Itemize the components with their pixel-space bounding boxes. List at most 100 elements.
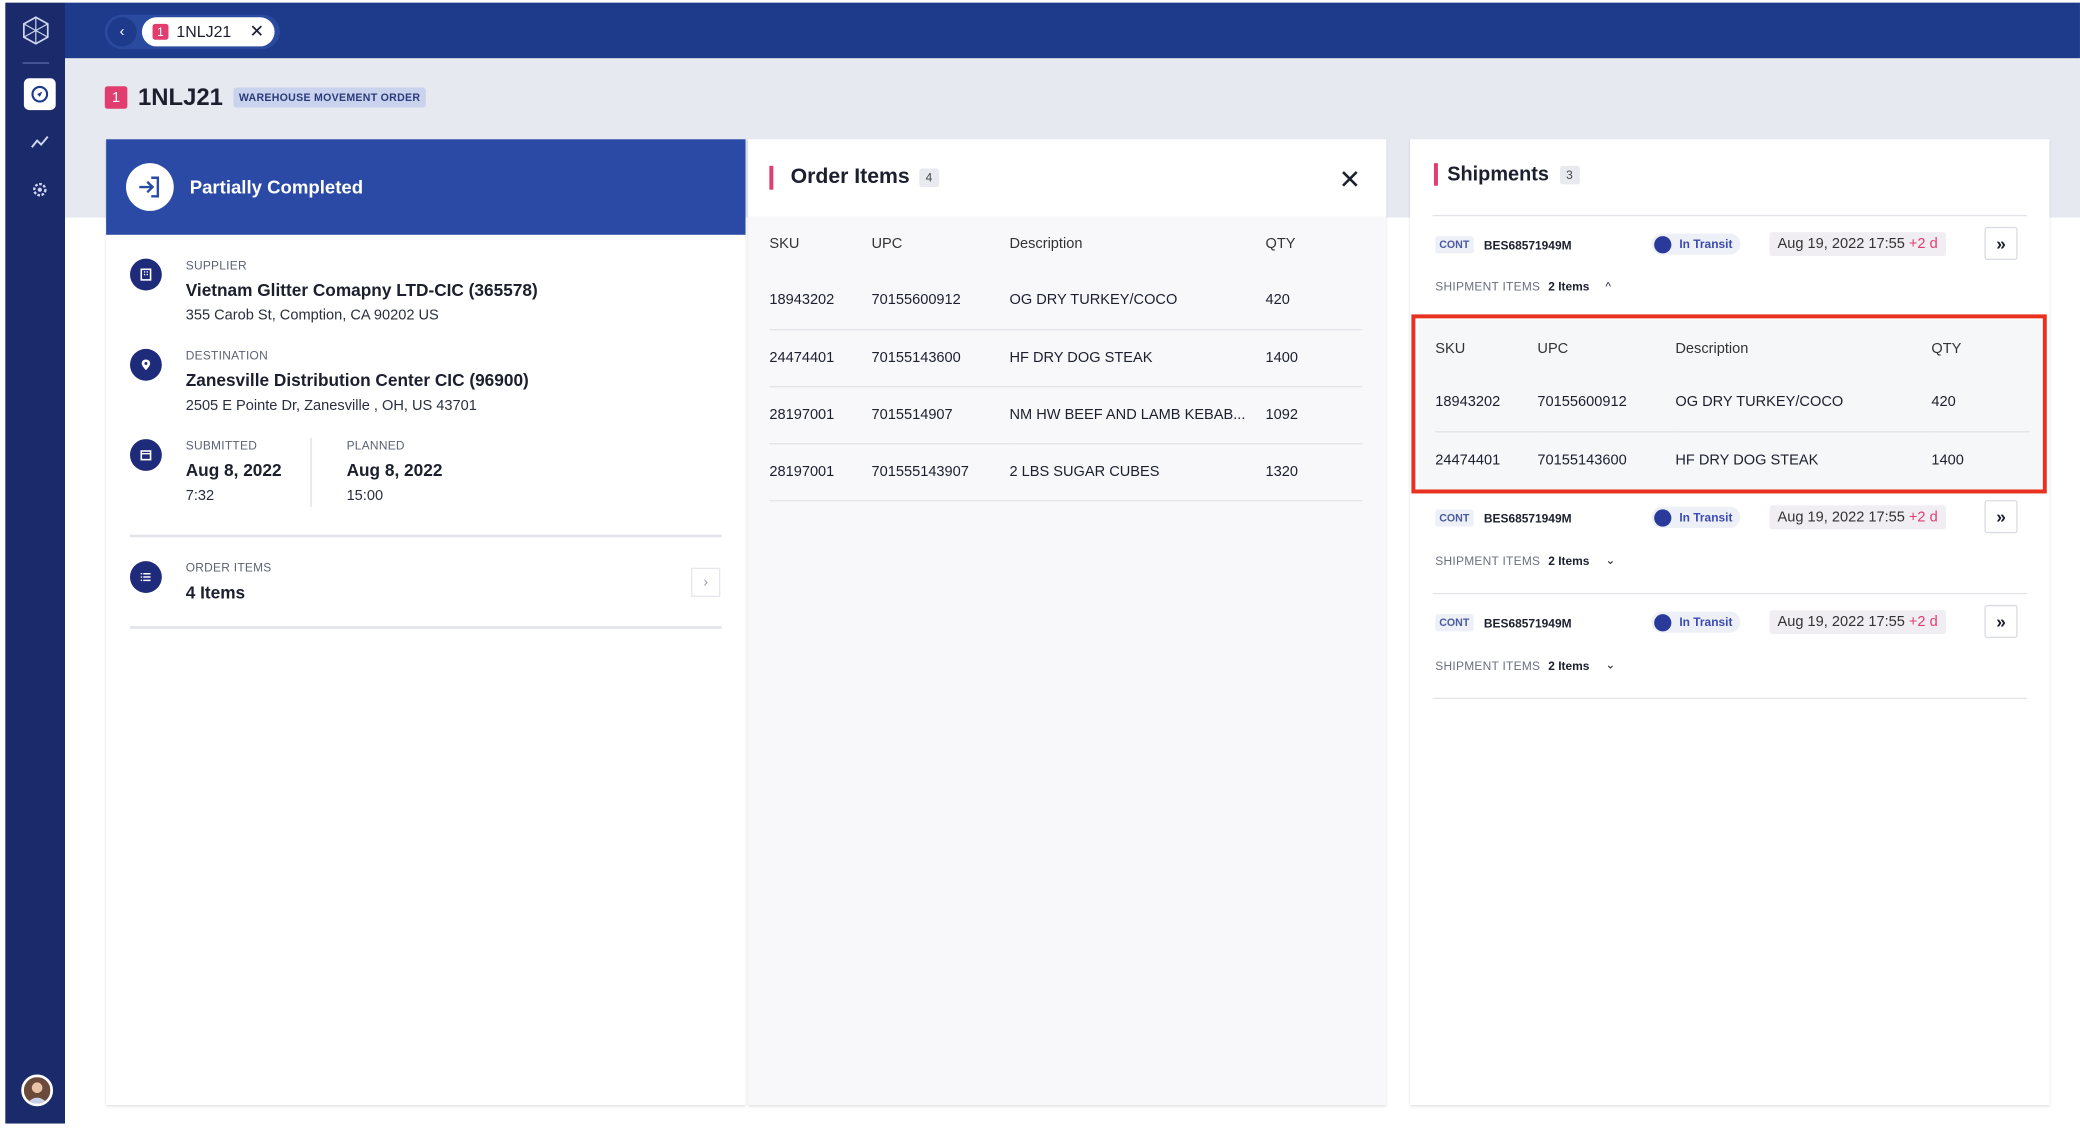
order-badge: 1 xyxy=(104,86,128,109)
cell-qty: 1092 xyxy=(1265,406,1298,423)
shipment-id: BES68571949M xyxy=(1483,238,1572,252)
order-items-table: SKU UPC Description QTY 18943202 70155600… xyxy=(769,216,1363,501)
shipment-type-badge: CONT xyxy=(1435,236,1474,254)
table-header-row: SKU UPC Description QTY xyxy=(769,216,1362,272)
cell-qty: 1320 xyxy=(1265,463,1298,480)
tab-strip: ‹ 1 1NLJ21 ✕ xyxy=(104,14,280,50)
close-icon[interactable]: ✕ xyxy=(250,21,264,42)
submitted-date: Aug 8, 2022 xyxy=(185,460,282,481)
page-title: 1NLJ21 xyxy=(137,83,223,111)
left-sidebar xyxy=(5,2,65,1124)
close-panel-button[interactable]: ✕ xyxy=(1339,163,1361,196)
cell-upc: 701555143907 xyxy=(871,463,969,480)
tab-label: 1NLJ21 xyxy=(176,22,232,42)
shipment-items-label: SHIPMENT ITEMS xyxy=(1435,553,1541,568)
app-logo-icon[interactable] xyxy=(21,16,50,45)
status-badge: In Transit xyxy=(1651,506,1741,528)
col-description[interactable]: Description xyxy=(1009,216,1265,272)
tab-order[interactable]: 1 1NLJ21 ✕ xyxy=(141,17,275,47)
location-pin-icon xyxy=(129,348,162,381)
gear-icon xyxy=(33,182,47,197)
shipment-id: BES68571949M xyxy=(1483,511,1572,525)
shipment-row[interactable]: CONT BES68571949M xyxy=(1435,614,1572,632)
open-shipment-button[interactable]: » xyxy=(1984,226,2018,260)
calendar-icon xyxy=(129,439,162,471)
table-row[interactable]: 28197001 701555143907 2 LBS SUGAR CUBES 132… xyxy=(769,443,1363,501)
order-items-title: Order Items xyxy=(790,165,910,189)
eta-chip: Aug 19, 2022 17:55 +2 d xyxy=(1769,505,1946,530)
shipment-type-badge: CONT xyxy=(1435,509,1474,527)
chevron-down-icon[interactable]: ⌄ xyxy=(1605,658,1615,673)
eta-chip: Aug 19, 2022 17:55 +2 d xyxy=(1769,232,1946,257)
back-button[interactable]: ‹ xyxy=(107,17,137,47)
chevron-up-icon[interactable]: ^ xyxy=(1605,280,1611,293)
eta-delta: +2 d xyxy=(1908,614,1938,631)
cell-description: HF DRY DOG STEAK xyxy=(1009,349,1153,366)
status-icon-circle xyxy=(126,163,174,211)
eta-date: Aug 19, 2022 17:55 xyxy=(1777,509,1905,526)
eta-delta: +2 d xyxy=(1908,509,1938,526)
submitted-time: 7:32 xyxy=(185,488,215,505)
status-badge: In Transit xyxy=(1651,233,1741,255)
table-row[interactable]: 28197001 7015514907 NM HW BEEF AND LAMB KE… xyxy=(769,386,1363,444)
status-text: In Transit xyxy=(1679,237,1733,251)
cell-description: 2 LBS SUGAR CUBES xyxy=(1009,463,1160,480)
col-qty[interactable]: QTY xyxy=(1265,216,1362,272)
sidebar-item-analytics[interactable] xyxy=(24,126,56,158)
shipment-row[interactable]: CONT BES68571949M xyxy=(1435,509,1572,527)
cell-sku: 28197001 xyxy=(769,463,835,480)
col-sku[interactable]: SKU xyxy=(769,216,871,272)
highlight-box xyxy=(1411,314,2047,494)
supplier-address: 355 Carob St, Comption, CA 90202 US xyxy=(185,307,439,324)
cell-qty: 420 xyxy=(1265,292,1290,309)
destination-address: 2505 E Pointe Dr, Zanesville , OH, US 43… xyxy=(185,397,477,414)
shipment-items-toggle[interactable]: SHIPMENT ITEMS 2 Items ^ xyxy=(1435,280,1611,293)
shipments-title: Shipments xyxy=(1447,163,1549,186)
page: ‹ 1 1NLJ21 ✕ 1 1NLJ21 WAREHOUSE MOVEMENT… xyxy=(0,0,2080,1129)
open-shipment-button[interactable]: » xyxy=(1984,604,2018,639)
shipment-items-count: 2 Items xyxy=(1548,658,1590,672)
shipments-header: Shipments 3 xyxy=(1433,163,1580,186)
app-frame: ‹ 1 1NLJ21 ✕ 1 1NLJ21 WAREHOUSE MOVEMENT… xyxy=(0,0,2080,1129)
shipment-items-label: SHIPMENT ITEMS xyxy=(1435,658,1541,672)
cell-sku: 24474401 xyxy=(769,349,835,366)
page-header: 1 1NLJ21 WAREHOUSE MOVEMENT ORDER xyxy=(104,83,426,112)
sidebar-item-orders[interactable] xyxy=(23,78,56,111)
dates-section: SUBMITTED Aug 8, 2022 7:32 PLANNED Aug 8… xyxy=(129,439,442,505)
double-chevron-right-icon: » xyxy=(1996,233,2006,254)
destination-label: DESTINATION xyxy=(185,348,269,363)
table-row[interactable]: 18943202 70155600912 OG DRY TURKEY/COCO 420 xyxy=(769,272,1363,329)
sign-in-icon xyxy=(139,176,160,198)
analytics-icon xyxy=(31,135,49,148)
order-items-label: ORDER ITEMS xyxy=(185,561,272,575)
table-row[interactable]: 24474401 70155143600 HF DRY DOG STEAK 1400 xyxy=(769,329,1363,387)
eta-date: Aug 19, 2022 17:55 xyxy=(1777,614,1905,631)
order-items-value: 4 Items xyxy=(185,582,246,603)
col-upc[interactable]: UPC xyxy=(872,216,1010,272)
avatar[interactable] xyxy=(21,1074,54,1107)
shipment-row[interactable]: CONT BES68571949M xyxy=(1435,236,1572,254)
chevron-down-icon[interactable]: ⌄ xyxy=(1605,553,1615,568)
shipments-header-divider xyxy=(1432,214,2027,217)
order-items-summary[interactable]: ORDER ITEMS 4 Items xyxy=(129,561,272,603)
cell-description: NM HW BEEF AND LAMB KEBAB... xyxy=(1009,406,1246,423)
shipment-items-toggle[interactable]: SHIPMENT ITEMS 2 Items ⌄ xyxy=(1435,658,1615,673)
shipment-items-count: 2 Items xyxy=(1548,279,1590,294)
header-accent xyxy=(1433,163,1438,186)
open-shipment-button[interactable]: » xyxy=(1984,500,2018,534)
shipment-items-label: SHIPMENT ITEMS xyxy=(1435,279,1541,294)
status-badge: In Transit xyxy=(1651,611,1741,633)
shipment-items-count: 2 Items xyxy=(1548,553,1590,568)
status-label: Partially Completed xyxy=(189,176,364,198)
order-items-count: 4 xyxy=(919,168,939,188)
chevron-right-icon: › xyxy=(703,574,709,591)
tab-badge: 1 xyxy=(152,23,169,40)
cell-upc: 70155143600 xyxy=(871,349,961,366)
shipment-items-toggle[interactable]: SHIPMENT ITEMS 2 Items ⌄ xyxy=(1435,553,1615,568)
double-chevron-right-icon: » xyxy=(1996,506,2006,527)
open-order-items-button[interactable]: › xyxy=(691,567,721,597)
sidebar-item-settings[interactable] xyxy=(24,174,56,206)
dates-divider xyxy=(310,437,312,507)
cell-sku: 28197001 xyxy=(769,406,835,423)
eta-delta: +2 d xyxy=(1908,236,1938,253)
